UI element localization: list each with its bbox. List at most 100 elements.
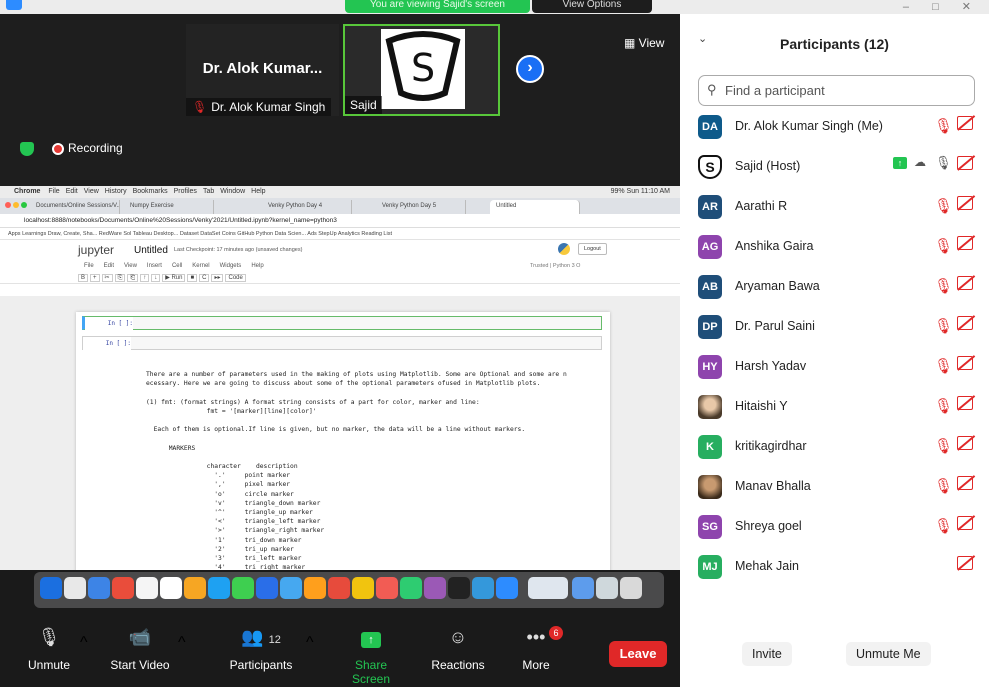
next-page-button[interactable]: › bbox=[516, 55, 544, 83]
participants-panel: ⌄ Participants (12) ⚲ Find a participant … bbox=[680, 14, 989, 687]
avatar: AB bbox=[698, 275, 722, 299]
participant-search-input[interactable]: ⚲ Find a participant bbox=[698, 75, 975, 106]
avatar: DP bbox=[698, 315, 722, 339]
video-off-icon bbox=[957, 276, 973, 290]
video-off-icon bbox=[957, 196, 973, 210]
audio-options-chevron-icon[interactable]: ^ bbox=[80, 634, 88, 652]
video-off-icon bbox=[957, 236, 973, 250]
participant-row[interactable]: AB Aryaman Bawa 🎙 bbox=[698, 275, 978, 305]
share-screen-icon: ↑ bbox=[893, 157, 907, 169]
jupyter-logo: jupyter bbox=[78, 243, 115, 257]
video-off-icon bbox=[957, 436, 973, 450]
cloud-record-icon: ☁ bbox=[914, 155, 926, 169]
recording-label: Recording bbox=[68, 141, 123, 155]
muted-mic-icon: 🎙 bbox=[934, 478, 954, 495]
shared-screen: Chrome File Edit View History Bookmarks Profi… bbox=[0, 186, 680, 570]
code-cell[interactable]: In [ ]: bbox=[82, 336, 602, 351]
browser-tab[interactable]: Documents/Online Sessions/V... bbox=[30, 200, 120, 214]
window-controls[interactable]: – □ ✕ bbox=[903, 0, 981, 13]
bookmarks-bar: Apps Learnings Draw, Create, Sha... RedW… bbox=[0, 228, 680, 240]
start-video-button[interactable]: 📹 Start Video bbox=[108, 624, 172, 672]
tile-name-label: Sajid bbox=[345, 96, 382, 114]
jupyter-toolbar: B + ✂ ⎘ ⎗ ↑ ↓ ▶ Run ■ C ▸▸ Code bbox=[0, 272, 680, 284]
zoom-icon bbox=[6, 0, 22, 10]
video-off-icon bbox=[957, 556, 973, 570]
participant-row[interactable]: Manav Bhalla 🎙 bbox=[698, 475, 978, 505]
sajid-logo-avatar: S bbox=[381, 29, 465, 109]
video-off-icon bbox=[957, 476, 973, 490]
mac-menu-bar: Chrome File Edit View History Bookmarks Profi… bbox=[0, 186, 680, 198]
unmute-button[interactable]: 🎙 Unmute bbox=[24, 624, 74, 672]
avatar-photo bbox=[698, 395, 722, 419]
video-tiles: Dr. Alok Kumar... 🎙 Dr. Alok Kumar Singh … bbox=[0, 14, 680, 186]
browser-tab[interactable]: Numpy Exercise bbox=[124, 200, 214, 214]
view-button[interactable]: ▦ View bbox=[624, 36, 664, 50]
more-badge: 6 bbox=[549, 626, 563, 640]
jupyter-menu: File Edit View Insert Cell Kernel Widgets Help … bbox=[84, 263, 581, 269]
avatar: MJ bbox=[698, 555, 722, 579]
muted-mic-icon: 🎙 bbox=[192, 100, 208, 114]
browser-tab-bar: Documents/Online Sessions/V... Numpy Exe… bbox=[0, 198, 680, 214]
video-off-icon bbox=[957, 316, 973, 330]
unmute-me-button[interactable]: Unmute Me bbox=[846, 642, 931, 666]
video-off-icon: 📹 bbox=[128, 627, 152, 647]
participant-row[interactable]: K kritikagirdhar 🎙 bbox=[698, 435, 978, 465]
muted-mic-icon: 🎙 bbox=[934, 358, 954, 375]
browser-tab-active[interactable]: Untitled bbox=[490, 200, 580, 214]
muted-mic-icon: 🎙 bbox=[934, 238, 954, 255]
avatar: SG bbox=[698, 515, 722, 539]
avatar: AG bbox=[698, 235, 722, 259]
notebook-page: In [ ]: In [ ]: There are a number of pa… bbox=[76, 312, 610, 570]
invite-button[interactable]: Invite bbox=[742, 642, 792, 666]
participants-options-chevron-icon[interactable]: ^ bbox=[306, 634, 314, 652]
video-off-icon bbox=[957, 516, 973, 530]
avatar: S bbox=[698, 155, 722, 179]
meeting-area: Dr. Alok Kumar... 🎙 Dr. Alok Kumar Singh … bbox=[0, 0, 680, 687]
participant-row[interactable]: HY Harsh Yadav 🎙 bbox=[698, 355, 978, 385]
participant-row[interactable]: AR Aarathi R 🎙 bbox=[698, 195, 978, 225]
more-dots-icon: ••• 6 bbox=[515, 624, 563, 650]
more-button[interactable]: ••• 6 More bbox=[515, 624, 563, 672]
code-cell[interactable]: In [ ]: bbox=[82, 316, 602, 331]
jupyter-header: jupyter Untitled Last Checkpoint: 17 min… bbox=[0, 240, 680, 260]
muted-mic-icon: 🎙 bbox=[37, 627, 61, 647]
avatar: K bbox=[698, 435, 722, 459]
participant-row[interactable]: Hitaishi Y 🎙 bbox=[698, 395, 978, 425]
video-off-icon bbox=[957, 396, 973, 410]
reactions-button[interactable]: ☺ Reactions bbox=[430, 624, 486, 672]
video-off-icon bbox=[957, 156, 973, 170]
avatar-photo bbox=[698, 475, 722, 499]
meeting-toolbar: 🎙 Unmute ^ 📹 Start Video ^ 👥 12 Particip… bbox=[0, 612, 680, 687]
panel-title: Participants (12) bbox=[780, 36, 889, 52]
mac-dock bbox=[34, 572, 664, 608]
muted-mic-icon: 🎙 bbox=[934, 318, 954, 335]
muted-mic-icon: 🎙 bbox=[934, 518, 954, 535]
participant-row[interactable]: MJ Mehak Jain bbox=[698, 555, 978, 585]
view-options-button[interactable]: View Options bbox=[532, 0, 652, 13]
panel-header: ⌄ Participants (12) bbox=[680, 14, 989, 64]
panel-footer: Invite Unmute Me bbox=[680, 638, 989, 674]
tile-name-large: Dr. Alok Kumar... bbox=[202, 60, 323, 77]
share-screen-button[interactable]: ↑ Share Screen bbox=[335, 624, 407, 686]
markdown-text: There are a number of parameters used in… bbox=[146, 371, 567, 570]
muted-mic-icon: 🎙 bbox=[934, 118, 954, 135]
security-shield-icon[interactable] bbox=[20, 142, 34, 156]
participant-row[interactable]: S Sajid (Host) ↑ ☁ 🎙 bbox=[698, 155, 978, 185]
url-bar[interactable]: localhost:8888/notebooks/Documents/Onlin… bbox=[0, 214, 680, 228]
logout-button[interactable]: Logout bbox=[578, 243, 607, 255]
participant-row[interactable]: DA Dr. Alok Kumar Singh (Me) 🎙 bbox=[698, 115, 978, 145]
muted-mic-icon: 🎙 bbox=[934, 278, 954, 295]
participant-row[interactable]: AG Anshika Gaira 🎙 bbox=[698, 235, 978, 265]
browser-tab[interactable]: Venky Python Day 4 bbox=[262, 200, 352, 214]
muted-mic-icon: 🎙 bbox=[934, 398, 954, 415]
browser-tab[interactable]: Venky Python Day 5 bbox=[376, 200, 466, 214]
notebook-title[interactable]: Untitled bbox=[134, 245, 168, 256]
video-options-chevron-icon[interactable]: ^ bbox=[178, 634, 186, 652]
participants-button[interactable]: 👥 12 Participants bbox=[228, 624, 294, 672]
leave-button[interactable]: Leave bbox=[609, 641, 667, 667]
participant-tile-alok[interactable]: Dr. Alok Kumar... 🎙 Dr. Alok Kumar Singh bbox=[186, 24, 339, 116]
muted-mic-icon: 🎙 bbox=[934, 438, 954, 455]
participant-row[interactable]: DP Dr. Parul Saini 🎙 bbox=[698, 315, 978, 345]
participant-row[interactable]: SG Shreya goel 🎙 bbox=[698, 515, 978, 545]
participant-tile-sajid[interactable]: S Sajid bbox=[343, 24, 500, 116]
